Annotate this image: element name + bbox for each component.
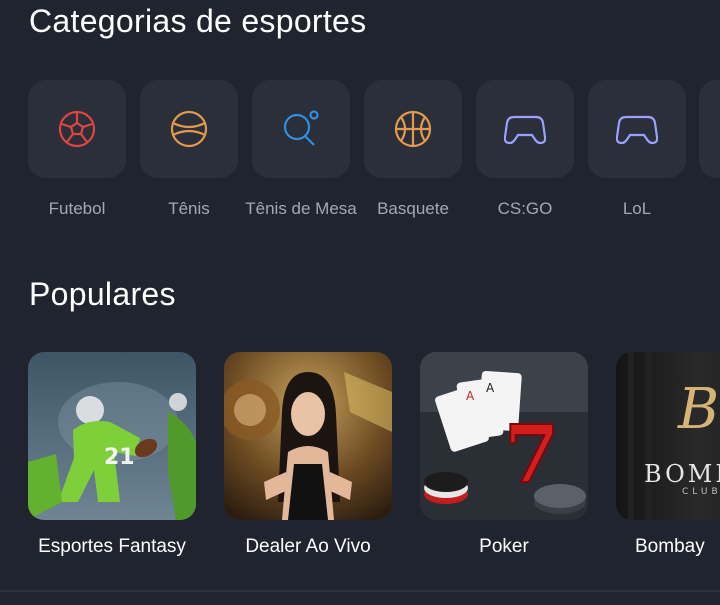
category-basquete[interactable]: Basquete [357, 80, 469, 223]
category-tile [588, 80, 686, 178]
soccer-ball-icon [58, 110, 96, 148]
popular-card-bombay[interactable]: B BOMB CLUB Bombay [616, 352, 720, 558]
section-title-popular: Populares [29, 276, 176, 312]
category-lol[interactable]: LoL [581, 80, 693, 223]
category-tile [699, 80, 720, 178]
gamepad-icon [616, 115, 658, 145]
category-label: Tênis [168, 199, 210, 218]
category-label: Basquete [377, 199, 449, 218]
svg-text:B: B [677, 377, 719, 442]
category-label: Futebol [48, 199, 106, 218]
category-tenis[interactable]: Tênis [133, 80, 245, 223]
section-title-categories: Categorias de esportes [29, 3, 367, 39]
category-label: CS:GO [497, 199, 553, 218]
sports-categories-row: Futebol Tênis Tênis de Mesa Basquete CS:… [0, 80, 720, 260]
live-dealer-image [224, 352, 392, 520]
basketball-icon [394, 110, 432, 148]
svg-text:A: A [486, 381, 495, 395]
poker-cards-image: A A 7 [420, 352, 588, 520]
popular-card-label: Bombay [635, 536, 705, 557]
tennis-ball-icon [170, 110, 208, 148]
table-tennis-icon [283, 110, 319, 146]
category-tile [252, 80, 350, 178]
category-more-partial[interactable] [693, 80, 720, 178]
category-tile [476, 80, 574, 178]
popular-card-label: Dealer Ao Vivo [245, 536, 371, 557]
category-label: LoL [622, 199, 652, 218]
popular-card-dealer-ao-vivo[interactable]: Dealer Ao Vivo [224, 352, 392, 558]
popular-row: 21 Esportes Fantasy Dealer Ao Vivo A A 7… [0, 352, 720, 572]
category-tile [140, 80, 238, 178]
bombay-logo-text: BOMB [644, 460, 720, 488]
bottom-divider [0, 590, 720, 592]
category-tile [364, 80, 462, 178]
bombay-logo-subtext: CLUB [682, 487, 720, 497]
popular-card-label: Poker [479, 536, 529, 557]
bombay-club-logo: B BOMB CLUB [616, 352, 720, 520]
popular-card-label: Esportes Fantasy [38, 536, 186, 557]
gamepad-icon [504, 115, 546, 145]
category-label: Tênis de Mesa [245, 199, 357, 218]
svg-text:21: 21 [104, 445, 135, 470]
popular-card-poker[interactable]: A A 7 Poker [420, 352, 588, 558]
popular-card-esportes-fantasy[interactable]: 21 Esportes Fantasy [28, 352, 196, 558]
svg-text:A: A [466, 389, 475, 403]
category-futebol[interactable]: Futebol [21, 80, 133, 223]
category-tile [28, 80, 126, 178]
category-csgo[interactable]: CS:GO [469, 80, 581, 223]
football-player-image: 21 [28, 352, 196, 520]
category-tenis-de-mesa[interactable]: Tênis de Mesa [245, 80, 357, 223]
